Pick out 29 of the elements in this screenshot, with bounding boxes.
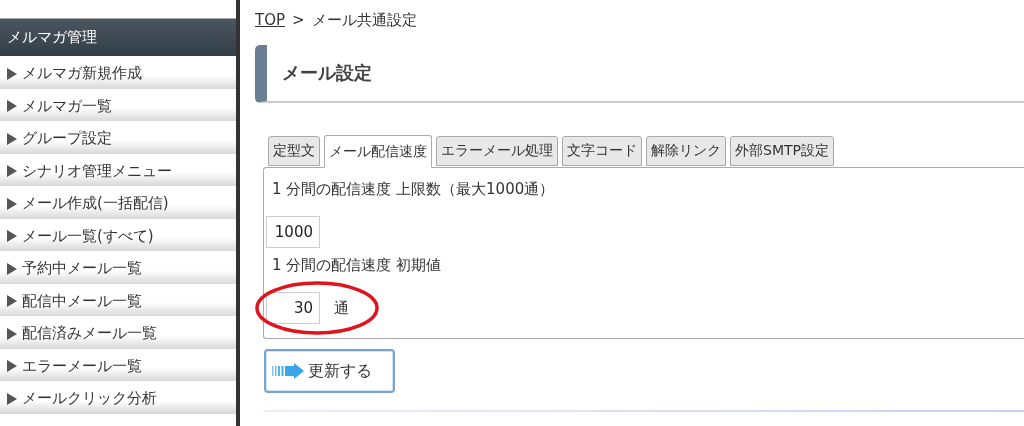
triangle-icon — [7, 132, 17, 145]
page-heading: メール設定 — [255, 45, 1024, 103]
field-label: 1 分間の配信速度 初期値 — [272, 255, 443, 276]
field-label: 1 分間の配信速度 上限数（最大1000通） — [272, 179, 556, 200]
triangle-icon — [7, 295, 17, 307]
triangle-icon — [7, 360, 17, 372]
triangle-icon — [7, 230, 17, 242]
breadcrumb-separator: > — [292, 11, 305, 30]
triangle-icon — [7, 165, 17, 177]
tab[interactable]: 文字コード — [562, 136, 642, 166]
tab[interactable]: エラーメール処理 — [436, 136, 558, 166]
number-field[interactable]: 30 — [266, 292, 320, 324]
tab[interactable]: 解除リンク — [646, 136, 726, 166]
update-button[interactable]: 更新する — [264, 349, 395, 393]
number-field[interactable]: 1000 — [266, 216, 320, 248]
tab[interactable]: メール配信速度 — [324, 135, 432, 168]
triangle-icon — [7, 262, 17, 275]
triangle-icon — [7, 197, 17, 210]
tab[interactable]: 定型文 — [268, 136, 320, 166]
triangle-icon — [7, 67, 17, 80]
unit-label: 通 — [334, 298, 349, 318]
sidebar-title: メルマガ管理 — [0, 18, 236, 56]
arrow-icon — [272, 363, 304, 379]
breadcrumb-current: メール共通設定 — [311, 11, 417, 30]
triangle-icon — [7, 327, 17, 340]
triangle-icon — [7, 100, 17, 112]
tab[interactable]: 外部SMTP設定 — [730, 136, 834, 166]
breadcrumb-link[interactable]: TOP — [255, 11, 285, 30]
triangle-icon — [7, 392, 17, 405]
